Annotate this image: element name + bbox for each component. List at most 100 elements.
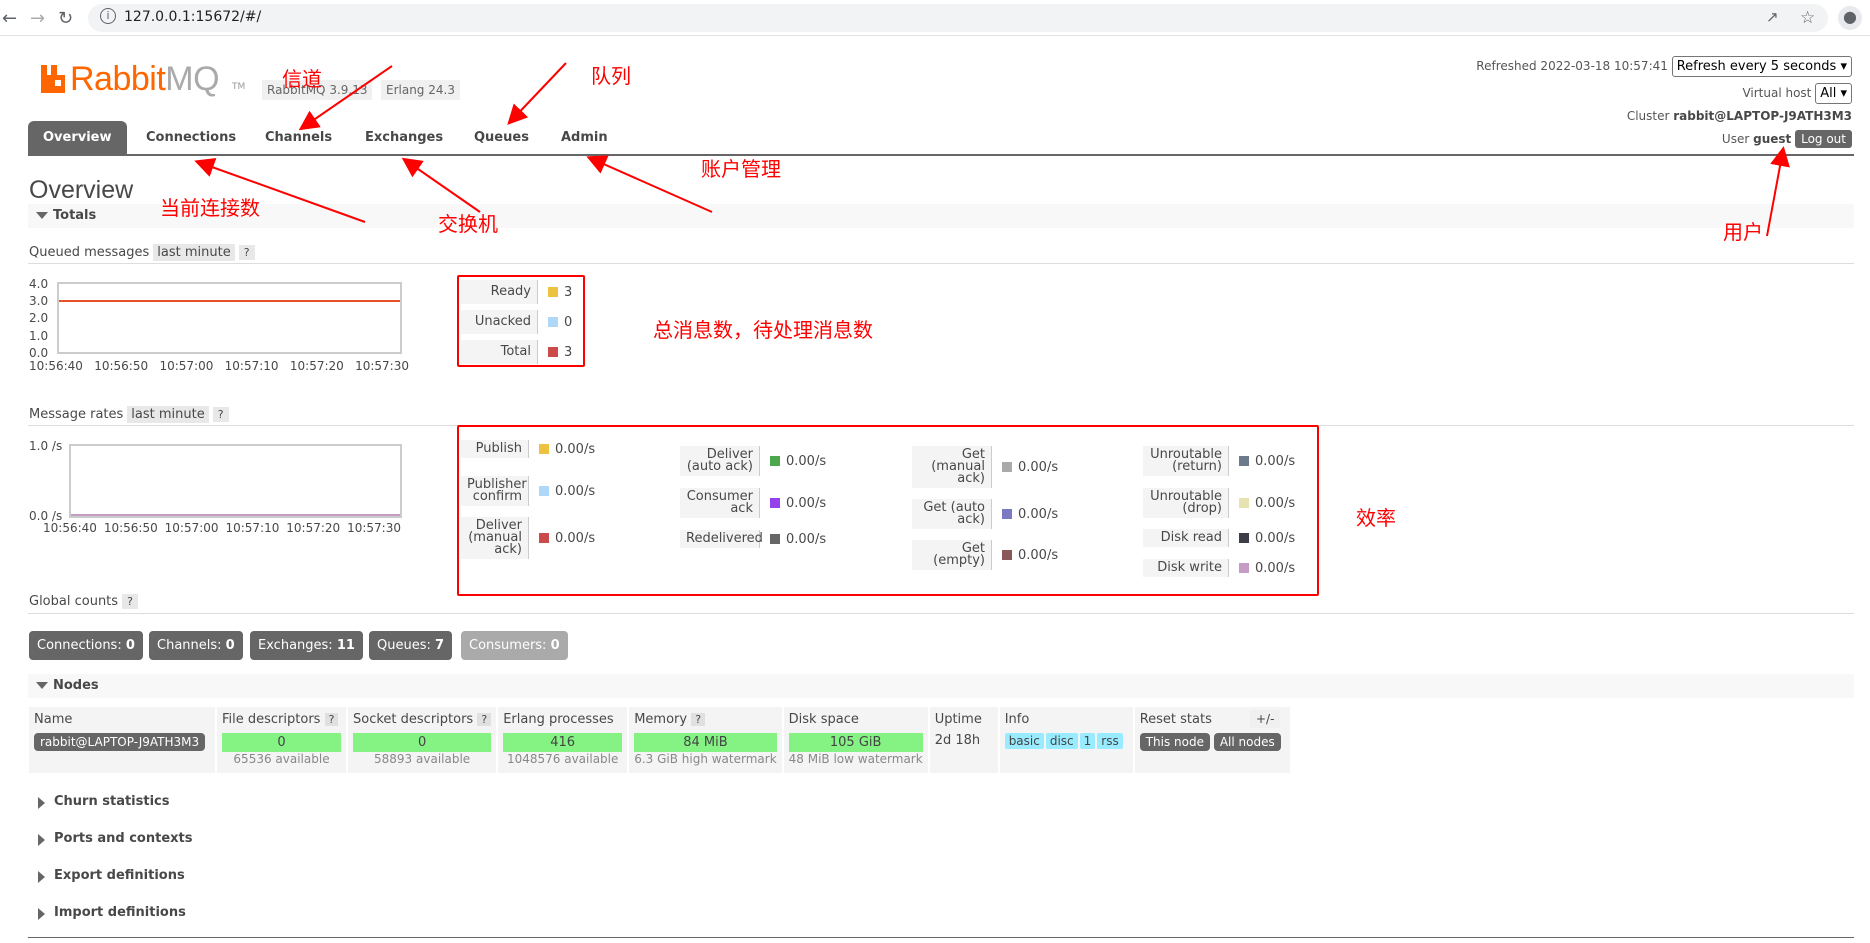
global-help-button[interactable]: ? xyxy=(122,594,138,609)
uptime-value: 2d 18h xyxy=(928,731,1000,773)
virtual-host-label: Virtual host xyxy=(1742,86,1812,100)
x-tick-label: 10:56:50 xyxy=(103,521,158,535)
x-tick-label: 10:57:20 xyxy=(289,359,344,373)
socket-descriptors-bar: 0 xyxy=(353,733,492,752)
channels-count-badge[interactable]: Channels: 0 xyxy=(149,631,243,660)
refresh-area: Refreshed 2022-03-18 10:57:41 Refresh ev… xyxy=(1476,56,1852,77)
nodes-table: Name File descriptors ? Socket descripto… xyxy=(29,707,1292,773)
annotation-exchanges: 交换机 xyxy=(438,212,498,236)
expand-triangle-icon xyxy=(38,797,45,809)
churn-statistics-section[interactable]: Churn statistics xyxy=(38,794,170,809)
x-tick-label: 10:56:40 xyxy=(43,521,97,535)
help-button[interactable]: ? xyxy=(324,712,339,726)
column-header: Socket descriptors ? xyxy=(347,707,499,731)
tab-overview[interactable]: Overview xyxy=(28,121,127,154)
arrow-queues xyxy=(507,62,567,125)
refreshed-timestamp: Refreshed 2022-03-18 10:57:41 xyxy=(1476,59,1668,73)
y-tick-label: 3.0 xyxy=(29,294,49,308)
rabbitmq-logo-icon xyxy=(41,65,65,93)
column-header: Memory ? xyxy=(628,707,784,731)
x-tick-label: 10:57:10 xyxy=(224,359,279,373)
info-count[interactable]: 1 xyxy=(1079,733,1096,749)
column-header: Name xyxy=(29,707,217,731)
tab-channels[interactable]: Channels xyxy=(250,121,347,154)
logo-text: RabbitMQ xyxy=(70,60,220,98)
x-tick-label: 10:57:00 xyxy=(164,521,219,535)
help-button[interactable]: ? xyxy=(691,712,706,726)
column-header: Uptime xyxy=(928,707,1000,731)
rates-x-axis: 10:56:40 10:56:50 10:57:00 10:57:10 10:5… xyxy=(43,521,401,535)
collapse-triangle-icon xyxy=(36,212,48,219)
info-basic[interactable]: basic xyxy=(1004,733,1044,749)
profile-icon[interactable]: ● xyxy=(1838,6,1862,30)
help-button[interactable]: ? xyxy=(477,712,492,726)
export-definitions-section[interactable]: Export definitions xyxy=(38,868,185,883)
back-icon[interactable]: ← xyxy=(2,8,17,29)
totals-section-header[interactable]: Totals xyxy=(28,204,1854,228)
queued-range-selector[interactable]: last minute xyxy=(153,244,235,261)
table-row: rabbit@LAPTOP-J9ATH3M3 0 65536 available … xyxy=(29,731,1292,773)
annotation-admin: 账户管理 xyxy=(701,157,781,181)
queued-help-button[interactable]: ? xyxy=(238,245,255,260)
import-definitions-section[interactable]: Import definitions xyxy=(38,905,186,920)
virtual-host-select[interactable]: All ▾ xyxy=(1815,83,1852,104)
tab-exchanges[interactable]: Exchanges xyxy=(350,121,458,154)
refresh-interval-select[interactable]: Refresh every 5 seconds ▾ xyxy=(1671,56,1852,77)
y-tick-label: 1.0 /s xyxy=(29,439,63,453)
nodes-section-header[interactable]: Nodes xyxy=(28,674,1854,698)
bookmark-star-icon[interactable]: ☆ xyxy=(1800,8,1815,28)
info-disc[interactable]: disc xyxy=(1045,733,1078,749)
logout-button[interactable]: Log out xyxy=(1795,130,1852,148)
virtual-host-area: Virtual host All ▾ xyxy=(1742,83,1852,104)
consumers-count-badge[interactable]: Consumers: 0 xyxy=(461,631,568,660)
cluster-label: Cluster xyxy=(1626,109,1670,123)
address-bar[interactable]: i 127.0.0.1:15672/#/ xyxy=(88,4,1828,32)
rates-range-selector[interactable]: last minute xyxy=(127,406,209,423)
y-tick-label: 4.0 xyxy=(29,277,49,291)
tab-connections[interactable]: Connections xyxy=(131,121,251,154)
annotation-rates: 效率 xyxy=(1356,506,1396,530)
ports-contexts-section[interactable]: Ports and contexts xyxy=(38,831,192,846)
browser-toolbar: ← → ↻ i 127.0.0.1:15672/#/ ↗ ☆ ● xyxy=(0,0,1870,36)
rates-highlight-box xyxy=(457,425,1319,596)
column-header: Info xyxy=(998,707,1135,731)
exchanges-count-badge[interactable]: Exchanges: 11 xyxy=(250,631,363,660)
footer-divider xyxy=(28,937,1854,938)
site-info-icon[interactable]: i xyxy=(100,8,116,24)
x-tick-label: 10:57:30 xyxy=(347,521,401,535)
tab-admin[interactable]: Admin xyxy=(546,121,623,154)
disk-space-bar: 105 GiB xyxy=(788,733,923,752)
memory-bar: 84 MiB xyxy=(634,733,777,752)
erlang-processes-bar: 416 xyxy=(503,733,623,752)
cluster-area: Cluster rabbit@LAPTOP-J9ATH3M3 xyxy=(1627,109,1852,123)
global-counts-label: Global counts? xyxy=(29,594,138,609)
info-rss[interactable]: rss xyxy=(1097,733,1123,749)
tab-queues[interactable]: Queues xyxy=(459,121,544,154)
annotation-channels: 信道 xyxy=(282,67,322,91)
queued-x-axis: 10:56:40 10:56:50 10:57:00 10:57:10 10:5… xyxy=(29,359,409,373)
expand-triangle-icon xyxy=(38,908,45,920)
cluster-name: rabbit@LAPTOP-J9ATH3M3 xyxy=(1673,109,1852,123)
table-header-row: Name File descriptors ? Socket descripto… xyxy=(29,707,1292,731)
user-area: User guest Log out xyxy=(1722,130,1852,148)
user-label: User xyxy=(1721,132,1750,146)
url-text: 127.0.0.1:15672/#/ xyxy=(124,9,262,25)
tab-underline xyxy=(28,154,1854,156)
rates-help-button[interactable]: ? xyxy=(212,407,229,422)
columns-toggle-button[interactable]: +/- xyxy=(1250,710,1281,728)
reload-icon[interactable]: ↻ xyxy=(58,8,73,29)
reset-all-nodes-button[interactable]: All nodes xyxy=(1213,733,1281,751)
queues-count-badge[interactable]: Queues: 7 xyxy=(369,631,453,660)
forward-icon[interactable]: → xyxy=(30,8,45,29)
queued-messages-chart xyxy=(57,282,402,354)
column-header: Disk space xyxy=(782,707,930,731)
x-tick-label: 10:57:10 xyxy=(225,521,280,535)
reset-stats-cell: This node All nodes xyxy=(1133,731,1292,773)
page-title: Overview xyxy=(29,176,134,204)
reset-this-node-button[interactable]: This node xyxy=(1139,733,1210,751)
erlang-version: Erlang 24.3 xyxy=(381,80,460,100)
node-name-link[interactable]: rabbit@LAPTOP-J9ATH3M3 xyxy=(34,733,206,751)
annotation-connections: 当前连接数 xyxy=(160,196,260,220)
connections-count-badge[interactable]: Connections: 0 xyxy=(29,631,143,660)
share-icon[interactable]: ↗ xyxy=(1766,8,1779,26)
